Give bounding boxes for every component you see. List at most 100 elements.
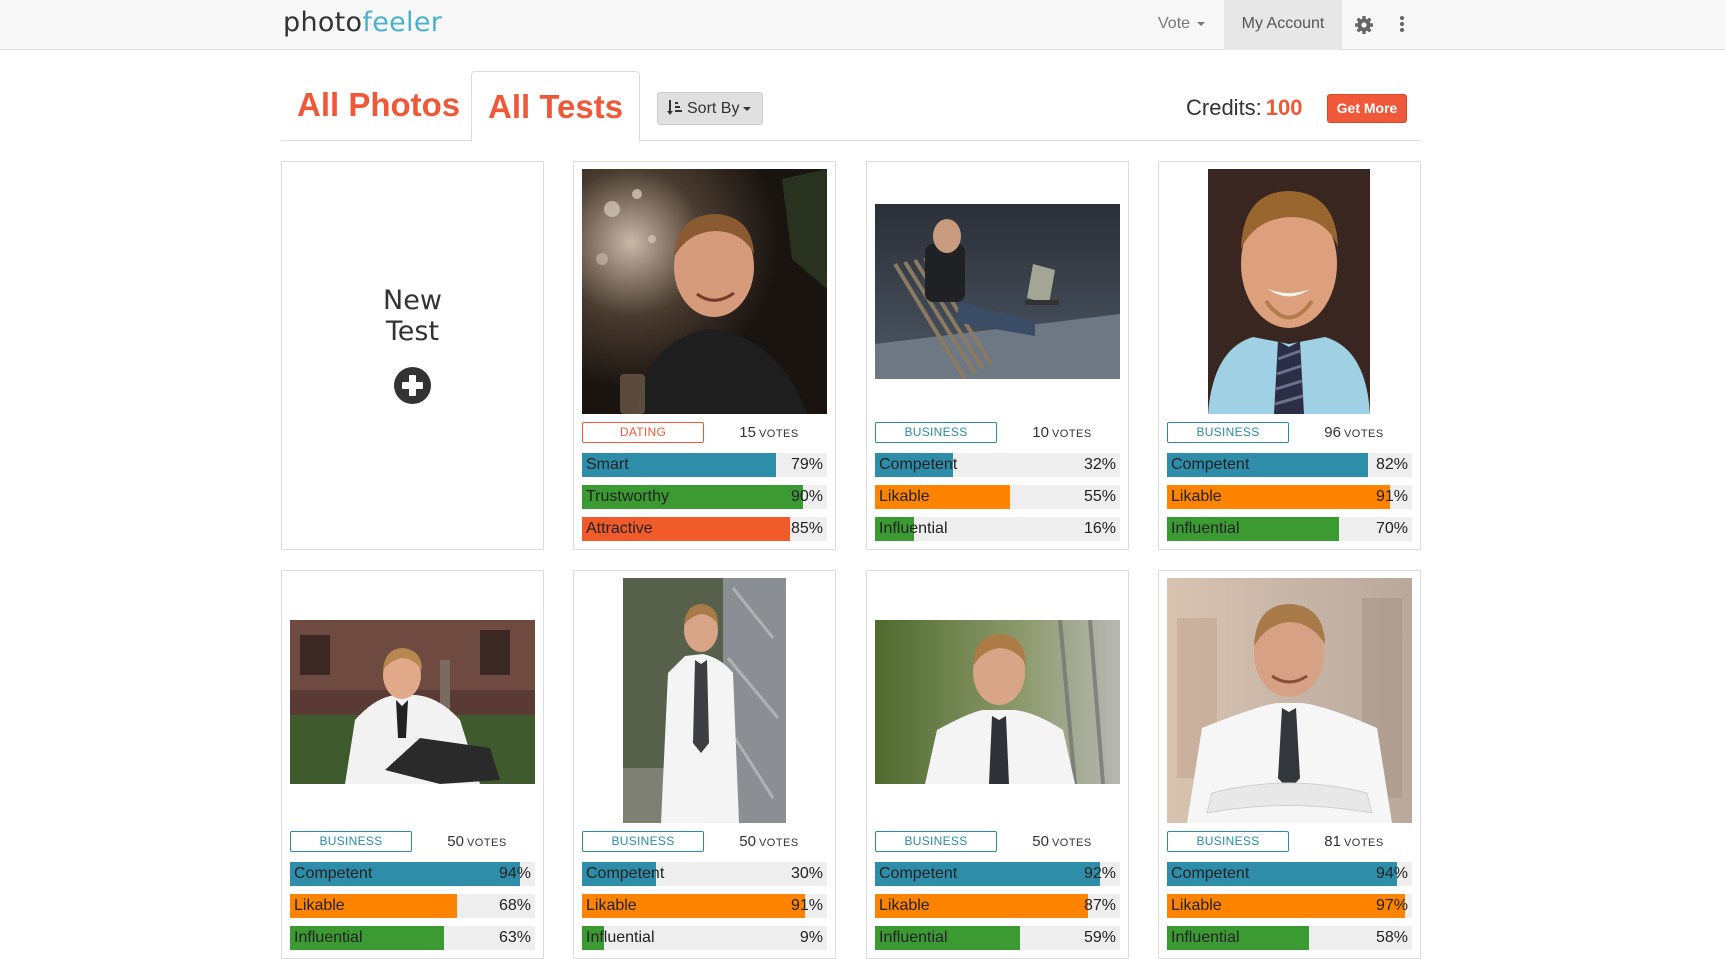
test-card[interactable]: BUSINESS 10 VOTES Competent 32% Likable 55%… — [866, 161, 1129, 550]
test-photo[interactable] — [1167, 578, 1412, 823]
votes-number: 50 — [739, 833, 756, 850]
tab-all-photos[interactable]: All Photos — [281, 70, 476, 141]
metric-label: Likable — [879, 897, 930, 914]
metric-label: Competent — [294, 865, 373, 882]
metric-percent: 82% — [1375, 456, 1408, 473]
metric-label: Influential — [1171, 929, 1240, 946]
test-meta-row: BUSINESS 96 VOTES — [1167, 422, 1412, 443]
metric-label: Likable — [1171, 897, 1222, 914]
vote-dropdown-label: Vote — [1158, 15, 1191, 32]
test-photo[interactable] — [623, 578, 786, 823]
test-meta-row: BUSINESS 10 VOTES — [875, 422, 1120, 443]
metric-label: Influential — [586, 929, 655, 946]
votes-unit: VOTES — [758, 837, 799, 849]
test-meta-row: DATING 15 VOTES — [582, 422, 827, 443]
votes-count: 81 VOTES — [1304, 831, 1404, 854]
new-test-label: New Test — [282, 285, 543, 347]
brand-logo-part1: photo — [283, 7, 363, 38]
votes-count: 50 VOTES — [719, 831, 819, 854]
votes-number: 96 — [1324, 424, 1341, 441]
test-card[interactable]: BUSINESS 81 VOTES Competent 94% Likable 97%… — [1158, 570, 1421, 959]
metric-label: Competent — [879, 456, 958, 473]
metric-percent: 87% — [1083, 897, 1116, 914]
metric-percent: 92% — [1083, 865, 1116, 882]
test-photo[interactable] — [875, 204, 1120, 379]
test-card[interactable]: BUSINESS 96 VOTES Competent 82% Likable 91%… — [1158, 161, 1421, 550]
metric-percent: 85% — [790, 520, 823, 537]
metric-bar: Likable 91% — [1167, 485, 1412, 509]
credits-value: 100 — [1265, 95, 1303, 120]
metric-bar: Influential 16% — [875, 517, 1120, 541]
metric-label: Influential — [879, 929, 948, 946]
metric-label: Competent — [586, 865, 665, 882]
metric-percent: 91% — [1375, 488, 1408, 505]
metric-bar: Likable 91% — [582, 894, 827, 918]
metric-percent: 94% — [498, 865, 531, 882]
gear-icon[interactable] — [1352, 13, 1376, 37]
test-photo[interactable] — [1208, 169, 1370, 414]
votes-count: 15 VOTES — [719, 422, 819, 445]
metric-percent: 58% — [1375, 929, 1408, 946]
metric-percent: 70% — [1375, 520, 1408, 537]
metric-percent: 97% — [1375, 897, 1408, 914]
tab-all-tests[interactable]: All Tests — [471, 71, 641, 142]
metric-percent: 9% — [799, 929, 823, 946]
caret-down-icon — [743, 106, 752, 111]
plus-circle-icon[interactable] — [394, 367, 431, 404]
metric-percent: 55% — [1083, 488, 1116, 505]
test-photo[interactable] — [290, 620, 535, 784]
test-card[interactable]: BUSINESS 50 VOTES Competent 30% Likable 91%… — [573, 570, 836, 959]
votes-count: 96 VOTES — [1304, 422, 1404, 445]
photo-slot — [875, 169, 1120, 414]
metric-percent: 30% — [790, 865, 823, 882]
test-card[interactable]: DATING 15 VOTES Smart 79% Trustworthy 90% A… — [573, 161, 836, 550]
photo-slot — [1167, 169, 1412, 414]
metric-bar: Trustworthy 90% — [582, 485, 827, 509]
metric-bar: Smart 79% — [582, 453, 827, 477]
metric-label: Competent — [879, 865, 958, 882]
get-more-button[interactable]: Get More — [1327, 94, 1407, 123]
metric-percent: 94% — [1375, 865, 1408, 882]
metric-bar: Competent 30% — [582, 862, 827, 886]
metric-bar: Competent 94% — [290, 862, 535, 886]
category-badge: BUSINESS — [1167, 831, 1289, 852]
test-photo[interactable] — [875, 620, 1120, 784]
metric-label: Likable — [294, 897, 345, 914]
metric-bar: Likable 87% — [875, 894, 1120, 918]
vertical-dots-icon[interactable] — [1394, 13, 1410, 37]
test-card[interactable]: BUSINESS 50 VOTES Competent 92% Likable 87%… — [866, 570, 1129, 959]
credits-display: Credits: 100 — [1186, 92, 1303, 124]
sort-by-label: Sort By — [687, 100, 740, 117]
caret-down-icon — [1197, 21, 1206, 26]
sort-by-dropdown[interactable]: Sort By — [657, 92, 763, 125]
test-meta-row: BUSINESS 50 VOTES — [875, 831, 1120, 852]
metric-label: Competent — [1171, 865, 1250, 882]
votes-number: 10 — [1032, 424, 1049, 441]
category-badge: BUSINESS — [290, 831, 412, 852]
my-account-link[interactable]: My Account — [1224, 0, 1342, 50]
vote-dropdown[interactable]: Vote — [1146, 0, 1217, 50]
photo-slot — [290, 578, 535, 823]
test-card[interactable]: BUSINESS 50 VOTES Competent 94% Likable 68%… — [281, 570, 544, 959]
metric-percent: 16% — [1083, 520, 1116, 537]
metric-label: Influential — [879, 520, 948, 537]
brand-logo[interactable]: photofeeler — [283, 7, 442, 38]
new-test-card[interactable]: New Test — [281, 161, 544, 550]
test-photo[interactable] — [582, 169, 827, 414]
metric-label: Likable — [879, 488, 930, 505]
sort-icon — [667, 100, 682, 115]
metric-label: Smart — [586, 456, 629, 473]
metric-percent: 90% — [790, 488, 823, 505]
votes-unit: VOTES — [1051, 837, 1092, 849]
metric-label: Influential — [1171, 520, 1240, 537]
votes-number: 50 — [447, 833, 464, 850]
metric-bar: Influential 70% — [1167, 517, 1412, 541]
metric-label: Influential — [294, 929, 363, 946]
votes-unit: VOTES — [1051, 428, 1092, 440]
brand-logo-part2: feeler — [362, 7, 443, 38]
credits-label: Credits: — [1186, 95, 1262, 120]
metric-bar: Influential 59% — [875, 926, 1120, 950]
votes-unit: VOTES — [466, 837, 507, 849]
category-badge: BUSINESS — [875, 831, 997, 852]
metric-label: Likable — [1171, 488, 1222, 505]
